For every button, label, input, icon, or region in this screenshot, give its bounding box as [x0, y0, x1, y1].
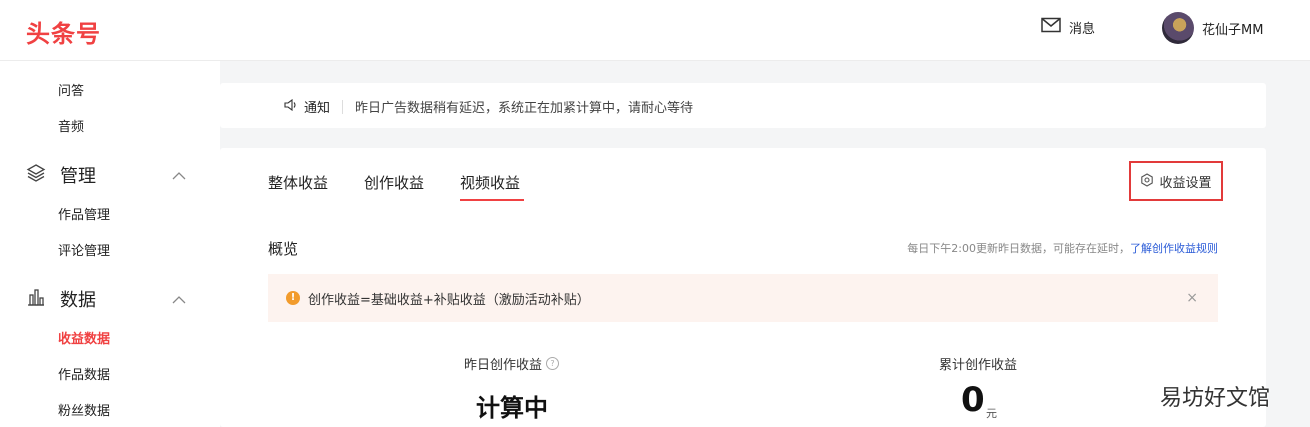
sidebar-group-label: 管理 [60, 166, 96, 187]
mail-icon [1041, 17, 1061, 37]
tab-overall-revenue[interactable]: 整体收益 [268, 172, 328, 193]
bar-chart-icon [26, 287, 46, 311]
notice-title: 通知 [304, 101, 331, 116]
chevron-up-icon[interactable] [172, 166, 186, 185]
chevron-up-icon[interactable] [172, 290, 186, 309]
sidebar-item-revenue-data[interactable]: 收益数据 [58, 328, 110, 347]
sidebar-item-fans-data[interactable]: 粉丝数据 [58, 400, 110, 419]
help-icon[interactable]: ? [546, 357, 560, 370]
close-icon[interactable]: × [1186, 290, 1198, 306]
user-menu[interactable]: 花仙子MM [1162, 12, 1263, 44]
info-alert: ! 创作收益=基础收益+补贴收益（激励活动补贴） × [268, 274, 1218, 322]
total-revenue-label: 累计创作收益 [939, 358, 1018, 373]
yesterday-revenue-value: 计算中 [476, 394, 548, 422]
overview-title: 概览 [268, 240, 299, 258]
sidebar-group-label: 数据 [60, 290, 96, 311]
sidebar-group-data[interactable]: 数据 [26, 286, 186, 312]
notice-text: 昨日广告数据稍有延迟，系统正在加紧计算中，请耐心等待 [355, 101, 694, 116]
user-name: 花仙子MM [1202, 22, 1264, 38]
tab-video-revenue[interactable]: 视频收益 [460, 172, 520, 193]
update-note: 每日下午2:00更新昨日数据，可能存在延时，了解创作收益规则 [907, 240, 1218, 256]
sidebar-item-audio[interactable]: 音频 [58, 116, 84, 135]
update-note-text: 每日下午2:00更新昨日数据，可能存在延时， [907, 242, 1130, 255]
settings-label: 收益设置 [1159, 175, 1212, 191]
yesterday-label-text: 昨日创作收益 [464, 358, 543, 373]
alert-text: 创作收益=基础收益+补贴收益（激励活动补贴） [308, 292, 590, 308]
gear-icon [1140, 172, 1154, 191]
tab-creation-revenue[interactable]: 创作收益 [364, 172, 424, 193]
layers-icon [26, 163, 46, 187]
revenue-panel: 整体收益 创作收益 视频收益 收益设置 概览 每日下午2:00更新昨日数据，可能… [220, 148, 1266, 427]
messages-button[interactable]: 消息 [1041, 17, 1095, 37]
active-tab-indicator [460, 199, 524, 201]
sidebar-item-comments-manage[interactable]: 评论管理 [58, 240, 110, 259]
top-header: 头条号 消息 花仙子MM [0, 0, 1310, 61]
divider [342, 99, 344, 114]
logo[interactable]: 头条号 [26, 14, 101, 49]
speaker-icon [284, 98, 298, 115]
sidebar-item-works-manage[interactable]: 作品管理 [58, 204, 110, 223]
yesterday-revenue-label: 昨日创作收益 ? [464, 354, 560, 373]
warning-icon: ! [286, 291, 300, 305]
total-revenue-unit: 元 [986, 407, 997, 420]
avatar [1162, 12, 1194, 44]
sidebar-item-qa[interactable]: 问答 [58, 80, 84, 99]
sidebar-group-manage[interactable]: 管理 [26, 162, 186, 188]
total-revenue-value: 0 [961, 380, 985, 420]
revenue-settings-button[interactable]: 收益设置 [1129, 161, 1223, 201]
notice-bar: 通知 昨日广告数据稍有延迟，系统正在加紧计算中，请耐心等待 [220, 83, 1266, 128]
sidebar: 问答 音频 管理 作品管理 评论管理 数据 收益数据 作品数据 粉丝数据 [0, 61, 220, 427]
sidebar-item-works-data[interactable]: 作品数据 [58, 364, 110, 383]
watermark: 易坊好文馆 [1160, 386, 1271, 411]
messages-label: 消息 [1069, 21, 1096, 37]
revenue-rules-link[interactable]: 了解创作收益规则 [1130, 242, 1218, 255]
